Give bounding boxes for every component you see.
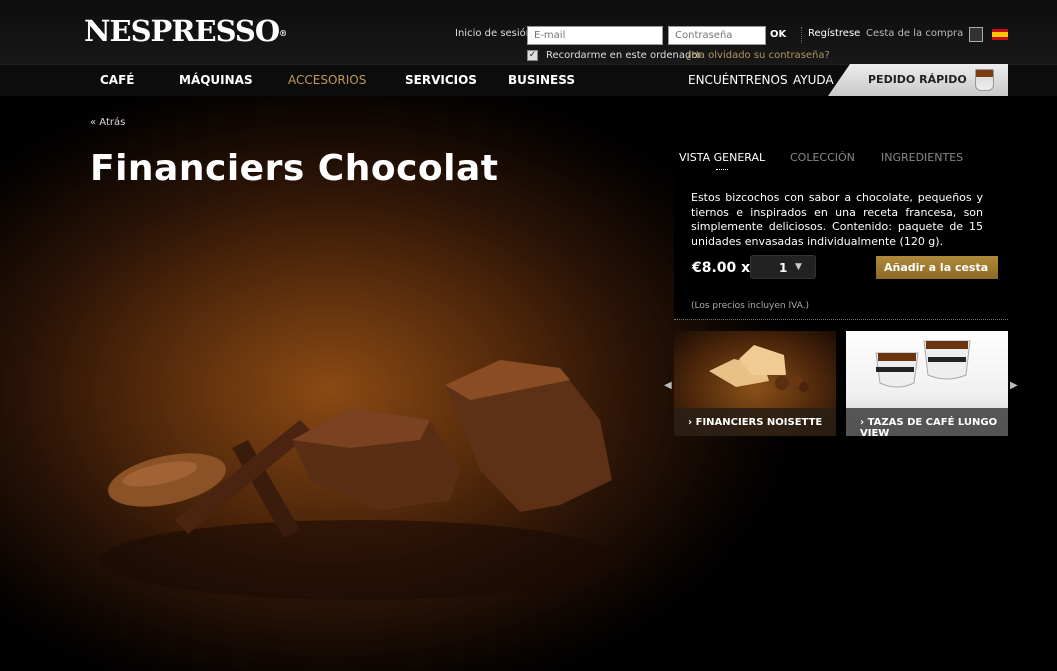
carousel-next-icon[interactable]: ▶: [1010, 380, 1018, 391]
spain-flag-icon[interactable]: [992, 29, 1008, 40]
nav-business[interactable]: BUSINESS: [508, 73, 575, 87]
email-input[interactable]: [527, 26, 663, 45]
financiers-noisette-image: [709, 345, 809, 392]
divider: [674, 319, 1008, 320]
back-link[interactable]: « Atrás: [90, 117, 125, 128]
related-card-lungo-cups[interactable]: › TAZAS DE CAFÉ LUNGO VIEW: [846, 331, 1008, 436]
nav-encuentrenos[interactable]: ENCUÉNTRENOS: [688, 73, 788, 87]
login-label: Inicio de sesión: [455, 28, 533, 39]
carousel-prev-icon[interactable]: ◀: [664, 380, 672, 391]
nespresso-logo[interactable]: NESPRESSO®: [84, 14, 287, 48]
chevron-down-icon: ▼: [795, 262, 802, 272]
product-description: Estos bizcochos con sabor a chocolate, p…: [691, 191, 983, 248]
vat-note: (Los precios incluyen IVA.): [691, 301, 810, 311]
tab-overview[interactable]: VISTA GENERAL: [679, 151, 765, 164]
nav-maquinas[interactable]: MÁQUINAS: [179, 73, 253, 87]
active-tab-indicator: [716, 169, 728, 170]
quick-order-label: PEDIDO RÁPIDO: [868, 73, 967, 86]
page-title: Financiers Chocolat: [90, 148, 499, 189]
nav-accesorios[interactable]: ACCESORIOS: [288, 73, 366, 87]
register-link[interactable]: Regístrese: [808, 28, 860, 39]
quantity-value: 1: [779, 261, 788, 275]
cart-link[interactable]: Cesta de la compra: [866, 28, 963, 39]
remember-label: Recordarme en este ordenador: [546, 50, 702, 61]
tab-collection[interactable]: COLECCIÓN: [790, 151, 855, 164]
lungo-cups-image: [875, 340, 971, 388]
nav-cafe[interactable]: CAFÉ: [100, 73, 135, 87]
related-card-financiers-noisette[interactable]: › FINANCIERS NOISETTE: [674, 331, 836, 436]
nav-ayuda[interactable]: AYUDA: [793, 73, 834, 87]
price: €8.00 x: [692, 260, 751, 276]
coffee-cup-icon: [975, 69, 994, 91]
nav-servicios[interactable]: SERVICIOS: [405, 73, 477, 87]
ok-button[interactable]: OK: [770, 29, 786, 40]
related-label: › TAZAS DE CAFÉ LUNGO VIEW: [846, 408, 1008, 436]
forgot-password-link[interactable]: ¿Ha olvidado su contraseña?: [686, 50, 830, 61]
related-label: › FINANCIERS NOISETTE: [674, 408, 836, 436]
divider: [801, 27, 802, 43]
shopping-bag-icon[interactable]: [969, 27, 983, 42]
add-to-cart-button[interactable]: Añadir a la cesta: [876, 256, 998, 279]
tab-ingredients[interactable]: INGREDIENTES: [881, 151, 963, 164]
password-input[interactable]: [668, 26, 766, 45]
remember-checkbox[interactable]: ✓: [527, 50, 538, 61]
